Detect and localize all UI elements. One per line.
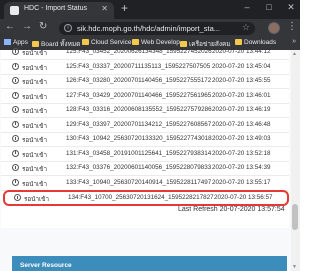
row-date: 2020-07-20 13:46:48 — [212, 120, 271, 128]
clock-icon — [12, 106, 19, 113]
server-resource-title: Server Resource — [20, 262, 72, 269]
browser-toolbar: ← → ↻ i sik.hdc.moph.go.th/hdc/admin/imp… — [0, 19, 300, 37]
last-refresh-text: Last Refresh 20-07-2020 13:57:54 — [178, 206, 285, 213]
table-row: รอนำเข้า 130:F43_10942_25630720133320_159… — [1, 132, 289, 147]
row-date: 2020-07-20 13:45:55 — [212, 77, 271, 84]
row-status: รอนำเข้า — [22, 137, 47, 144]
clock-icon — [14, 194, 21, 201]
row-status: รอนำเข้า — [22, 108, 47, 115]
table-row-highlighted: รอนำเข้า 134:F43_10700_25630720131624_159… — [3, 190, 289, 206]
maximize-button[interactable]: □ — [264, 2, 274, 13]
reload-button[interactable]: ↻ — [39, 21, 47, 32]
row-status: รอนำเข้า — [22, 151, 47, 159]
scroll-down-arrow-icon[interactable]: ▼ — [292, 264, 297, 270]
page-content: รอนำเข้า 125:F43_03452_20200626134348_159… — [0, 48, 300, 271]
browser-tab-strip: HDC - Import Status ✕ + – □ ✕ — [0, 0, 300, 19]
window-controls: – □ ✕ — [242, 2, 296, 13]
table-row: รอนำเข้า 131:F43_03458_20191001125641_159… — [1, 147, 289, 162]
clock-icon — [12, 135, 19, 142]
row-date: 2020-07-20 13:46:01 — [212, 91, 271, 99]
row-status: รอนำเข้า — [24, 196, 49, 203]
import-status-table: รอนำเข้า 125:F43_03452_20200626134348_159… — [1, 48, 289, 228]
table-row: รอนำเข้า 127:F43_03429_20200701140466_159… — [1, 89, 289, 104]
table-row: รอนำเข้า 128:F43_03316_20200608135552_159… — [1, 103, 289, 118]
row-file-name: 125:F43_03452_20200626134348_15952274520… — [66, 48, 212, 55]
row-date: 2020-07-20 13:54:39 — [212, 164, 271, 171]
row-date: 2020-07-20 13:45:04 — [212, 62, 271, 70]
bookmarks-overflow-button[interactable]: » — [292, 38, 296, 45]
row-date: 2020-07-20 13:52:18 — [212, 149, 271, 157]
row-file-name: 134:F43_10700_25630720131624_15952282178… — [68, 194, 214, 201]
row-status: รอนำเข้า — [22, 166, 47, 173]
hdc-favicon-icon — [10, 6, 19, 15]
forward-button[interactable]: → — [22, 21, 32, 32]
clock-icon — [12, 120, 19, 128]
clock-icon — [12, 48, 19, 55]
close-window-button[interactable]: ✕ — [286, 2, 296, 13]
server-resource-panel-header: Server Resource — [12, 256, 287, 271]
row-date: 2020-07-20 13:56:57 — [214, 194, 273, 201]
row-file-name: 129:F43_03397_20200701134212_15952276085… — [66, 120, 212, 128]
row-file-name: 128:F43_03316_20200608135552_15952275792… — [66, 106, 212, 113]
clock-icon — [12, 178, 19, 186]
row-file-name: 130:F43_10942_25630720133320_15952277430… — [66, 135, 212, 142]
clock-icon — [12, 77, 19, 84]
scrollbar-thumb[interactable] — [292, 204, 298, 230]
site-info-icon[interactable]: i — [64, 24, 72, 32]
row-file-name: 125:F43_03337_20200711135113_15952275075… — [66, 62, 211, 70]
row-file-name: 131:F43_03458_20191001125641_15952279383… — [66, 149, 212, 157]
row-status: รอนำเข้า — [22, 93, 47, 101]
page-scrollbar[interactable]: ▲ ▼ — [291, 50, 300, 271]
profile-avatar[interactable] — [268, 22, 280, 34]
row-status: รอนำเข้า — [22, 79, 47, 86]
row-date: 2020-07-20 13:55:17 — [212, 178, 271, 186]
row-date: 2020-07-20 13:46:19 — [212, 106, 271, 113]
row-file-name: 126:F43_03280_20200701140456_15952275551… — [66, 77, 212, 84]
row-status: รอนำเข้า — [22, 122, 47, 130]
bookmark-star-icon[interactable]: ☆ — [242, 22, 250, 33]
row-file-name: 127:F43_03429_20200701140466_15952275619… — [66, 91, 212, 99]
address-bar[interactable]: i sik.hdc.moph.go.th/hdc/admin/import_st… — [59, 22, 255, 35]
minimize-button[interactable]: – — [242, 2, 252, 13]
scroll-up-arrow-icon[interactable]: ▲ — [292, 51, 297, 57]
row-file-name: 132:F43_03376_20200601140056_15952280798… — [66, 164, 212, 171]
table-row: รอนำเข้า 133:F43_10940_25630720140914_159… — [1, 176, 289, 191]
row-date: 2020-07-20 13:49:03 — [212, 135, 271, 142]
back-button[interactable]: ← — [5, 21, 15, 32]
row-status: รอนำเข้า — [22, 50, 47, 57]
new-tab-button[interactable]: + — [121, 1, 128, 15]
clock-icon — [12, 164, 19, 171]
browser-tab[interactable]: HDC - Import Status ✕ — [4, 2, 114, 19]
clock-icon — [12, 62, 19, 70]
row-file-name: 133:F43_10940_25630720140914_15952281174… — [66, 178, 212, 186]
clock-icon — [12, 91, 19, 99]
url-text[interactable]: sik.hdc.moph.go.th/hdc/admin/import_sta.… — [77, 24, 220, 33]
tab-close-icon[interactable]: ✕ — [101, 4, 108, 13]
tab-title: HDC - Import Status — [24, 5, 88, 12]
table-row: รอนำเข้า 125:F43_03452_20200626134348_159… — [1, 45, 289, 60]
table-row: รอนำเข้า 125:F43_03337_20200711135113_159… — [1, 60, 289, 75]
table-row: รอนำเข้า 126:F43_03280_20200701140456_159… — [1, 74, 289, 89]
table-row: รอนำเข้า 129:F43_03397_20200701134212_159… — [1, 118, 289, 133]
row-status: รอนำเข้า — [22, 180, 47, 188]
table-row: รอนำเข้า 132:F43_03376_20200601140056_159… — [1, 161, 289, 176]
clock-icon — [12, 149, 19, 157]
row-status: รอนำเข้า — [22, 64, 47, 72]
browser-menu-icon[interactable]: ⋮ — [287, 21, 297, 32]
row-date: 2020-07-20 13:44:12 — [212, 48, 271, 55]
